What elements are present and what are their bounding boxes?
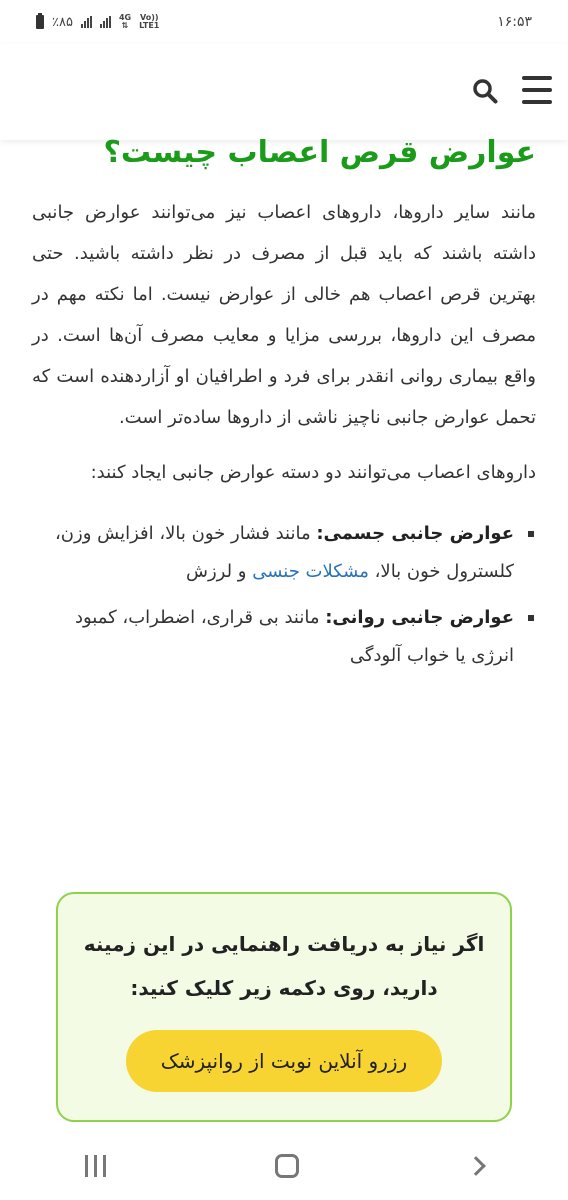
list-item-label: عوارض جانبی جسمی:: [316, 523, 514, 544]
home-icon[interactable]: [275, 1154, 300, 1178]
cta-box: اگر نیاز به دریافت راهنمایی در این زمینه…: [56, 892, 512, 1122]
list-item: عوارض جانبی روانی: مانند بی قراری، اضطرا…: [32, 599, 536, 675]
hamburger-menu-icon[interactable]: [522, 76, 552, 104]
article-content: عوارض قرص اعصاب چیست؟ مانند سایر داروها،…: [0, 136, 568, 683]
network-top: 4G: [118, 13, 132, 22]
bullet-icon: [528, 531, 534, 537]
article-title: عوارض قرص اعصاب چیست؟: [103, 135, 536, 170]
list-item: عوارض جانبی جسمی: مانند فشار خون بالا، ا…: [32, 515, 536, 591]
list-item-label: عوارض جانبی روانی:: [325, 607, 514, 628]
side-effects-list: عوارض جانبی جسمی: مانند فشار خون بالا، ا…: [32, 515, 536, 675]
list-item-tail: و لرزش: [186, 561, 253, 582]
status-bar: ٪۸۵ 4G ⇅ Vo)) LTE1 ۱۶:۵۳: [0, 0, 568, 44]
back-icon[interactable]: [466, 1156, 487, 1176]
bullet-icon: [528, 615, 534, 621]
site-header: [0, 44, 568, 140]
network-type: 4G ⇅: [118, 13, 132, 30]
book-appointment-button[interactable]: رزرو آنلاین نوبت از روانپزشک: [126, 1030, 442, 1092]
cta-text: اگر نیاز به دریافت راهنمایی در این زمینه…: [83, 932, 485, 1000]
network-bottom: LTE1: [139, 21, 160, 30]
article-paragraph-2: داروهای اعصاب می‌توانند دو دسته عوارض جا…: [90, 462, 536, 483]
battery-icon: [36, 13, 44, 29]
search-icon[interactable]: [472, 78, 498, 104]
volte-badge: Vo)) LTE1: [139, 14, 159, 30]
article-paragraph-1: مانند سایر داروها، داروهای اعصاب نیز می‌…: [32, 202, 536, 428]
battery-level: ٪۸۵: [52, 14, 73, 30]
status-indicators: ٪۸۵ 4G ⇅ Vo)) LTE1: [36, 13, 159, 30]
signal-icon-2: [99, 16, 111, 28]
signal-icon: [80, 16, 92, 28]
system-nav-bar: [0, 1132, 568, 1200]
sexual-problems-link[interactable]: مشکلات جنسی: [252, 561, 369, 582]
clock: ۱۶:۵۳: [497, 14, 532, 30]
recent-apps-icon[interactable]: [84, 1155, 106, 1177]
